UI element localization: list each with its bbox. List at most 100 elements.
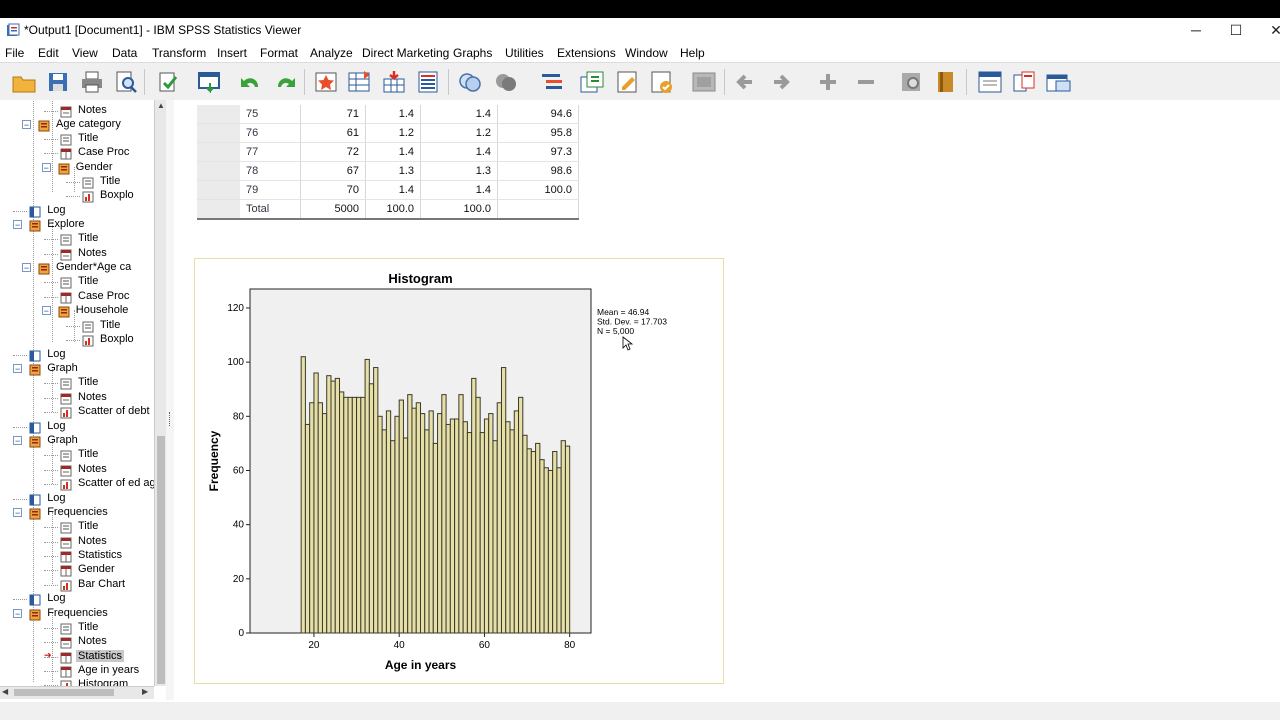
collapse-toggle-icon[interactable]: − xyxy=(41,163,51,173)
outline-item[interactable]: Log xyxy=(0,592,154,606)
outline-item[interactable]: − Frequencies xyxy=(0,506,154,520)
collapse-toggle-icon[interactable]: − xyxy=(13,436,23,446)
outline-item[interactable]: − Gender*Age ca xyxy=(0,261,154,275)
goto-case-icon[interactable] xyxy=(346,69,374,95)
collapse-toggle-icon[interactable]: − xyxy=(13,508,23,518)
outline-item[interactable]: ➔ Statistics xyxy=(0,650,154,664)
goto-data-icon[interactable] xyxy=(312,69,340,95)
dialog-recall-icon[interactable] xyxy=(196,69,224,95)
outline-item[interactable]: Title xyxy=(0,448,154,462)
menu-direct-marketing[interactable]: Direct Marketing xyxy=(362,46,449,60)
outline-item[interactable]: Gender xyxy=(0,563,154,577)
designate-window-icon[interactable] xyxy=(1044,69,1072,95)
create-title-icon[interactable] xyxy=(976,69,1004,95)
collapse-toggle-icon[interactable]: − xyxy=(41,306,51,316)
outline-item[interactable]: − Age category xyxy=(0,118,154,132)
outline-item[interactable]: Notes xyxy=(0,247,154,261)
menu-insert[interactable]: Insert xyxy=(217,46,247,60)
outline-item[interactable]: Age in years xyxy=(0,664,154,678)
outline-item[interactable]: Title xyxy=(0,520,154,534)
goto-variable-icon[interactable] xyxy=(380,69,408,95)
scroll-right-arrow-icon[interactable]: ▶ xyxy=(142,687,148,696)
maximize-button[interactable]: ☐ xyxy=(1216,18,1256,42)
outline-item[interactable]: Case Proc xyxy=(0,290,154,304)
outline-item[interactable]: Title xyxy=(0,319,154,333)
collapse-toggle-icon[interactable]: − xyxy=(13,364,23,374)
outline-item[interactable]: Bar Chart xyxy=(0,578,154,592)
menu-view[interactable]: View xyxy=(72,46,98,60)
outline-item[interactable]: Log xyxy=(0,492,154,506)
collapse-toggle-icon[interactable]: − xyxy=(22,263,31,273)
scroll-thumb-horizontal[interactable] xyxy=(14,689,114,696)
outline-item[interactable]: − Househole xyxy=(0,304,154,318)
export-icon[interactable] xyxy=(154,69,182,95)
outline-item[interactable]: Histogram xyxy=(0,678,154,686)
menu-extensions[interactable]: Extensions xyxy=(557,46,616,60)
outline-item[interactable]: − Frequencies xyxy=(0,607,154,621)
collapse-toggle-icon[interactable]: − xyxy=(13,220,23,230)
arrow-right-icon[interactable] xyxy=(768,69,796,95)
outline-item[interactable]: Case Proc xyxy=(0,146,154,160)
collapse-toggle-icon[interactable]: − xyxy=(13,609,23,619)
menu-help[interactable]: Help xyxy=(680,46,705,60)
outline-item[interactable]: Title xyxy=(0,275,154,289)
outline-item[interactable]: Notes xyxy=(0,535,154,549)
menu-transform[interactable]: Transform xyxy=(152,46,206,60)
insert-text-icon[interactable] xyxy=(648,69,676,95)
outline-item[interactable]: Notes xyxy=(0,635,154,649)
expand-plus-icon[interactable] xyxy=(814,69,842,95)
show-icon[interactable] xyxy=(898,69,926,95)
outline-item[interactable]: Title xyxy=(0,376,154,390)
collapse-toggle-icon[interactable]: − xyxy=(22,120,31,130)
undo-icon[interactable] xyxy=(236,69,264,95)
print-preview-icon[interactable] xyxy=(112,69,140,95)
scroll-left-arrow-icon[interactable]: ◀ xyxy=(2,687,8,696)
print-icon[interactable] xyxy=(78,69,106,95)
outline-item[interactable]: Notes xyxy=(0,104,154,118)
menu-file[interactable]: File xyxy=(5,46,24,60)
new-output-icon[interactable] xyxy=(1010,69,1038,95)
outline-item[interactable]: Log xyxy=(0,348,154,362)
minimize-button[interactable]: ─ xyxy=(1176,18,1216,42)
menu-format[interactable]: Format xyxy=(260,46,298,60)
outline-horizontal-scrollbar[interactable]: ◀ ▶ xyxy=(0,686,154,699)
arrow-left-icon[interactable] xyxy=(732,69,760,95)
menu-data[interactable]: Data xyxy=(112,46,137,60)
insert-title-icon[interactable] xyxy=(614,69,642,95)
scroll-thumb[interactable] xyxy=(157,436,165,684)
outline-item[interactable]: Title xyxy=(0,132,154,146)
menu-window[interactable]: Window xyxy=(625,46,668,60)
outline-item[interactable]: Notes xyxy=(0,463,154,477)
variables-icon[interactable] xyxy=(414,69,442,95)
outline-item[interactable]: Title xyxy=(0,232,154,246)
outline-item[interactable]: Log xyxy=(0,204,154,218)
use-variable-sets-icon[interactable] xyxy=(456,69,484,95)
outline-item[interactable]: Scatter of debt xyxy=(0,405,154,419)
outline-item[interactable]: Title xyxy=(0,621,154,635)
collapse-minus-icon[interactable] xyxy=(852,69,880,95)
menu-graphs[interactable]: Graphs xyxy=(453,46,492,60)
outline-item[interactable]: − Gender xyxy=(0,161,154,175)
menu-edit[interactable]: Edit xyxy=(38,46,59,60)
insert-heading-icon[interactable] xyxy=(578,69,606,95)
scroll-up-arrow-icon[interactable]: ▲ xyxy=(156,101,166,113)
outline-item[interactable]: Title xyxy=(0,175,154,189)
show-all-variables-icon[interactable] xyxy=(492,69,520,95)
outline-item[interactable]: Boxplo xyxy=(0,189,154,203)
outline-item[interactable]: − Explore xyxy=(0,218,154,232)
save-icon[interactable] xyxy=(44,69,72,95)
menu-analyze[interactable]: Analyze xyxy=(310,46,353,60)
outline-item[interactable]: Boxplo xyxy=(0,333,154,347)
close-button[interactable]: ✕ xyxy=(1256,18,1280,42)
outline-item[interactable]: − Graph xyxy=(0,362,154,376)
histogram-chart-frame[interactable]: Histogram Age in years Frequency 0 20 40 60 80 1… xyxy=(194,258,724,684)
outline-item[interactable]: Statistics xyxy=(0,549,154,563)
outline-item[interactable]: − Graph xyxy=(0,434,154,448)
hide-book-icon[interactable] xyxy=(932,69,960,95)
outline-item[interactable]: Log xyxy=(0,420,154,434)
outline-item[interactable]: Notes xyxy=(0,391,154,405)
menu-utilities[interactable]: Utilities xyxy=(505,46,544,60)
hide-item-icon[interactable] xyxy=(690,69,718,95)
open-folder-icon[interactable] xyxy=(10,69,38,95)
pane-splitter[interactable] xyxy=(166,100,174,700)
